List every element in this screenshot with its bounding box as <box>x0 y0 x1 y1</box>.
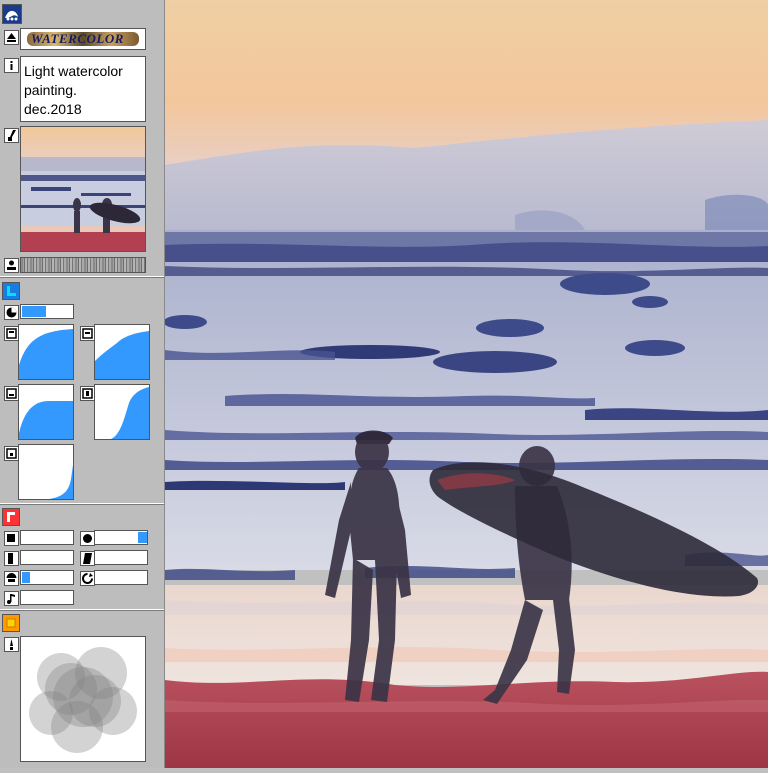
description-line: painting. <box>24 82 77 98</box>
section-divider <box>0 503 164 505</box>
water-logo-icon[interactable] <box>2 4 22 24</box>
curve-box-4[interactable] <box>94 384 150 440</box>
params-section-icon[interactable] <box>2 508 20 526</box>
blend-slider-fill <box>22 306 46 317</box>
tone-slider[interactable] <box>20 570 74 585</box>
curve-icon[interactable] <box>80 386 95 401</box>
curve-icon[interactable] <box>4 386 19 401</box>
curve-icon[interactable] <box>4 326 19 341</box>
curve-icon[interactable] <box>4 446 19 461</box>
curve-box-1[interactable] <box>18 324 74 380</box>
painting-canvas[interactable] <box>163 0 768 768</box>
blend-slider[interactable] <box>20 304 74 319</box>
brush-tip-icon[interactable] <box>4 637 19 652</box>
texture-slider[interactable] <box>20 590 74 605</box>
info-icon[interactable] <box>4 58 19 73</box>
music-icon[interactable] <box>4 591 19 606</box>
curve-box-5[interactable] <box>18 444 74 500</box>
curve-box-2[interactable] <box>94 324 150 380</box>
description-line: dec.2018 <box>24 101 82 117</box>
section-divider <box>0 276 164 278</box>
shape-slider[interactable] <box>94 550 148 565</box>
square-icon[interactable] <box>4 531 19 546</box>
brush-preview[interactable] <box>20 636 146 762</box>
brush-section-icon[interactable] <box>2 614 20 632</box>
size-slider[interactable] <box>20 530 74 545</box>
brush-icon[interactable] <box>4 128 19 143</box>
curve-icon[interactable] <box>80 326 95 341</box>
circle-icon[interactable] <box>80 531 95 546</box>
arrow-up-icon[interactable] <box>4 30 19 45</box>
curve-box-3[interactable] <box>18 384 74 440</box>
edge-slider[interactable] <box>20 550 74 565</box>
preview-thumbnail[interactable] <box>20 126 146 252</box>
noise-strip <box>20 257 146 273</box>
settings-panel: WATERCOLOR Light watercolor painting. de… <box>0 0 165 768</box>
rotate-icon[interactable] <box>80 571 95 586</box>
section-divider <box>0 609 164 611</box>
person-icon[interactable] <box>4 258 19 273</box>
shape-icon[interactable] <box>80 551 95 566</box>
dot-slider[interactable] <box>94 530 148 545</box>
description-text: Light watercolor painting. dec.2018 <box>24 62 123 119</box>
rotate-slider[interactable] <box>94 570 148 585</box>
bar-icon[interactable] <box>4 551 19 566</box>
dot-slider-fill <box>138 532 147 543</box>
tone-slider-fill <box>22 572 30 583</box>
curve-section-icon[interactable] <box>2 282 20 300</box>
watercolor-logo[interactable]: WATERCOLOR <box>20 28 146 50</box>
description-line: Light watercolor <box>24 63 123 79</box>
pie-icon[interactable] <box>4 305 19 320</box>
watercolor-logo-text: WATERCOLOR <box>31 31 124 46</box>
half-circle-icon[interactable] <box>4 571 19 586</box>
